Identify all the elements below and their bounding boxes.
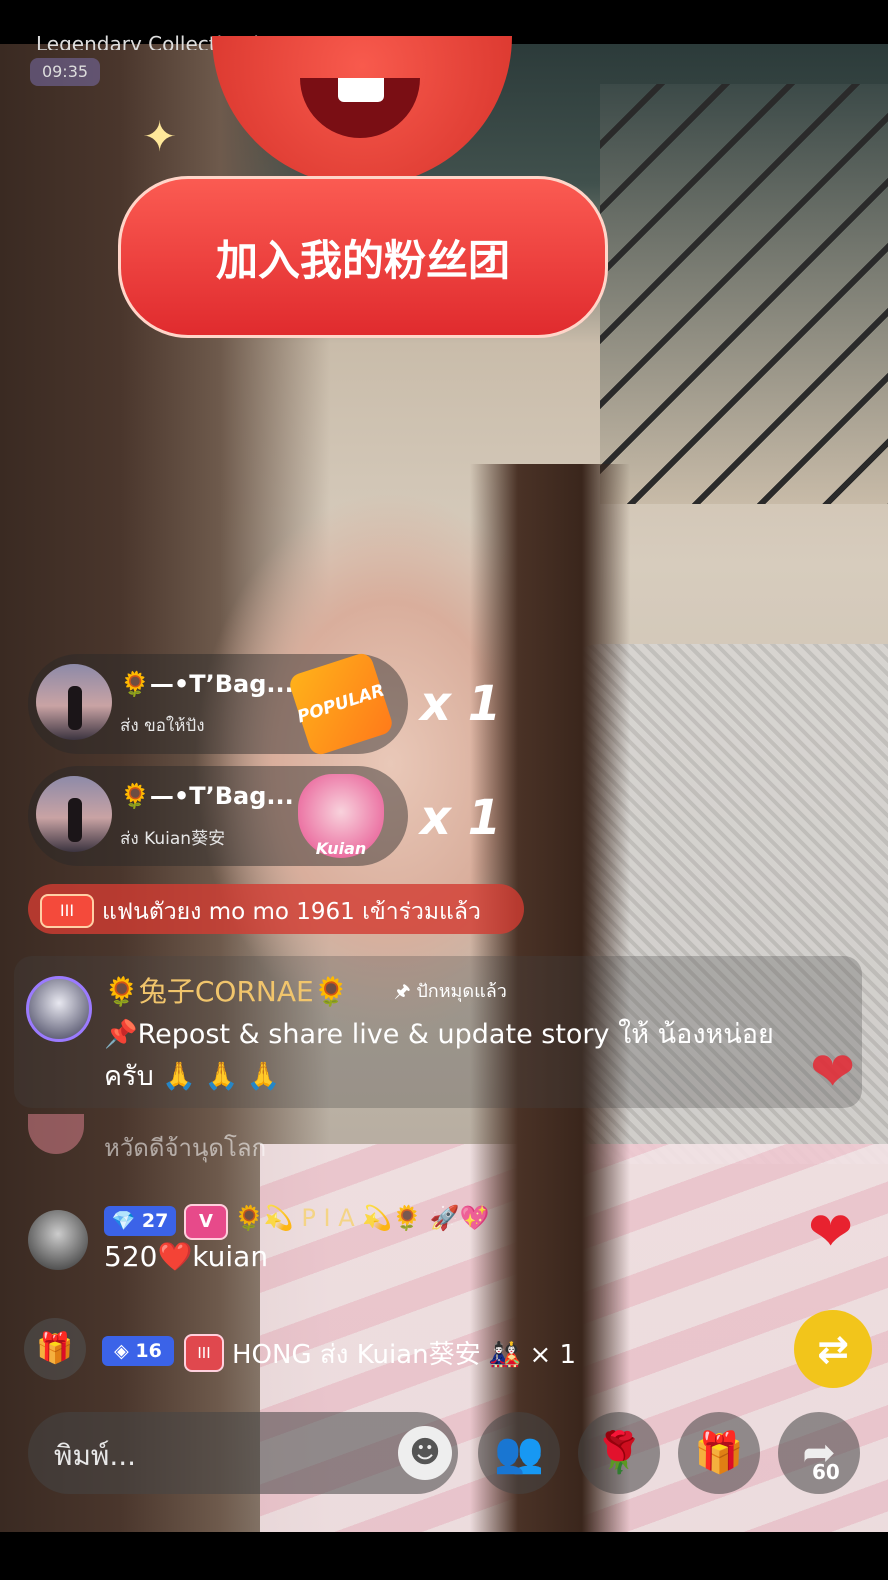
fan-badge-icon: III (40, 894, 94, 928)
stream-timer: 09:35 (30, 58, 100, 86)
vip-badge: V (184, 1204, 228, 1240)
gift-message-text: HONG ส่ง Kuian葵安 🎎 × 1 (232, 1340, 577, 1370)
comment-author[interactable]: 🌻💫 P I A 💫🌻 🚀💖 (234, 1204, 489, 1232)
join-notice: III แฟนตัวยง mo mo 1961 เข้าร่วมแล้ว (28, 884, 524, 934)
list-item[interactable]: 💎 27 V 🌻💫 P I A 💫🌻 🚀💖 520❤️kuian (28, 1200, 788, 1280)
bottom-toolbar: ☻ 👥 🌹 🎁 ➦ 60 (0, 1404, 888, 1504)
people-icon: 👥 (494, 1430, 544, 1476)
gift-message-row: 🎁 ◈ 16 III HONG ส่ง Kuian葵安 🎎 × 1 (24, 1318, 784, 1382)
gift-notification-1[interactable]: 🌻—•T’Bag... ส่ง ขอให้ปัง POPULAR (28, 650, 408, 758)
gift-sender-name: 🌻—•T’Bag... (120, 782, 294, 810)
gift-notification-2[interactable]: 🌻—•T’Bag... ส่ง Kuian葵安 Kuian (28, 766, 408, 866)
pinned-status: 🖈 ปักหมุดแล้ว (394, 981, 507, 1002)
popular-gift-icon: POPULAR (287, 650, 395, 758)
sparkle-icon: ✦ (142, 112, 178, 161)
gift-icon: 🎁 (24, 1318, 86, 1380)
share-count: 60 (812, 1460, 840, 1484)
pinned-comment-message: 📌Repost & share live & update story ให้ … (104, 1019, 774, 1092)
gift-description: ส่ง Kuian葵安 (120, 829, 226, 849)
gift-box-icon: 🎁 (694, 1430, 744, 1476)
comment-input-container[interactable]: ☻ (28, 1412, 458, 1494)
avatar[interactable] (36, 664, 112, 740)
heart-portrait-gift-icon: Kuian (298, 774, 384, 858)
comment-text: 520❤️kuian (104, 1240, 269, 1273)
pinned-comment[interactable]: 🌻兔子CORNAE🌻 🖈 ปักหมุดแล้ว 📌Repost & share… (14, 956, 862, 1108)
gift-description: ส่ง ขอให้ปัง (120, 716, 205, 736)
gift-sender-name: 🌻—•T’Bag... (120, 670, 294, 698)
emoji-icon[interactable]: ☻ (398, 1426, 452, 1480)
avatar[interactable] (36, 776, 112, 852)
comment-input[interactable] (52, 1434, 386, 1476)
heart-icon: ❤ (810, 1040, 856, 1103)
avatar[interactable] (28, 1114, 84, 1154)
guests-button[interactable]: 👥 (478, 1412, 560, 1494)
rose-gift-button[interactable]: 🌹 (578, 1412, 660, 1494)
level-badge: ◈ 16 (102, 1336, 174, 1366)
gift-count: x 1 (420, 790, 502, 846)
gift-count: x 1 (420, 676, 502, 732)
avatar[interactable] (28, 1210, 88, 1270)
gift-button[interactable]: 🎁 (678, 1412, 760, 1494)
rose-icon: 🌹 (594, 1430, 644, 1476)
fan-badge-icon: III (184, 1334, 224, 1372)
staircase-background (600, 84, 888, 504)
mascot-teeth (338, 78, 384, 102)
level-number: 16 (135, 1340, 162, 1362)
diamond-icon: ◈ (114, 1340, 136, 1362)
level-badge: 💎 27 (104, 1206, 176, 1236)
list-item[interactable]: หวัดดีจ้านุดโลก (28, 1114, 528, 1164)
join-notice-text: แฟนตัวยง mo mo 1961 เข้าร่วมแล้ว (102, 899, 481, 925)
repost-button[interactable]: ⇄ (794, 1310, 872, 1388)
avatar[interactable] (26, 976, 92, 1042)
join-fan-club-button[interactable]: 加入我的粉丝团 (118, 176, 608, 338)
pinned-comment-author[interactable]: 🌻兔子CORNAE🌻 (104, 970, 349, 1010)
comment-text: หวัดดีจ้านุดโลก (104, 1134, 267, 1162)
heart-icon: ❤ (808, 1200, 854, 1263)
